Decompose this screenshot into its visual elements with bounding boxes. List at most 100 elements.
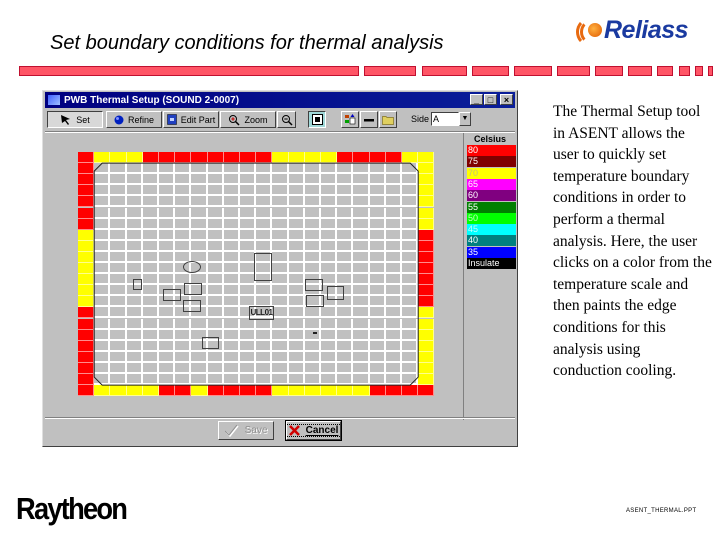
edge-cell[interactable] bbox=[353, 152, 370, 164]
grid-cell[interactable] bbox=[353, 229, 370, 241]
grid-cell[interactable] bbox=[207, 351, 224, 363]
grid-cell[interactable] bbox=[353, 351, 370, 363]
grid-cell[interactable] bbox=[142, 196, 159, 208]
grid-cell[interactable] bbox=[288, 207, 305, 219]
grid-cell[interactable] bbox=[369, 196, 386, 208]
edge-cell[interactable] bbox=[78, 240, 95, 252]
grid-cell[interactable] bbox=[321, 362, 338, 374]
grid-cell[interactable] bbox=[321, 340, 338, 352]
grid-cell[interactable] bbox=[304, 307, 321, 319]
grid-cell[interactable] bbox=[159, 318, 176, 330]
edge-cell[interactable] bbox=[78, 185, 95, 197]
grid-cell[interactable] bbox=[110, 351, 127, 363]
grid-cell[interactable] bbox=[110, 196, 127, 208]
grid-cell[interactable] bbox=[385, 251, 402, 263]
grid-cell[interactable] bbox=[159, 374, 176, 386]
edge-cell[interactable] bbox=[207, 385, 224, 397]
grid-cell[interactable] bbox=[240, 340, 257, 352]
grid-cell[interactable] bbox=[369, 263, 386, 275]
grid-cell[interactable] bbox=[321, 163, 338, 175]
grid-cell[interactable] bbox=[272, 285, 289, 297]
component-ellipse[interactable] bbox=[183, 261, 201, 273]
grid-cell[interactable] bbox=[272, 185, 289, 197]
grid-cell[interactable] bbox=[223, 318, 240, 330]
grid-cell[interactable] bbox=[385, 263, 402, 275]
grid-cell[interactable] bbox=[321, 196, 338, 208]
grid-cell[interactable] bbox=[337, 251, 354, 263]
grid-cell[interactable] bbox=[126, 163, 143, 175]
grid-cell[interactable] bbox=[142, 318, 159, 330]
grid-cell[interactable] bbox=[288, 374, 305, 386]
edge-cell[interactable] bbox=[418, 196, 435, 208]
grid-cell[interactable] bbox=[175, 351, 192, 363]
edge-cell[interactable] bbox=[126, 152, 143, 164]
grid-cell[interactable] bbox=[288, 229, 305, 241]
component-part[interactable] bbox=[254, 253, 272, 281]
grid-cell[interactable] bbox=[337, 185, 354, 197]
grid-cell[interactable] bbox=[402, 163, 419, 175]
grid-cell[interactable] bbox=[175, 229, 192, 241]
grid-cell[interactable] bbox=[353, 163, 370, 175]
edge-cell[interactable] bbox=[78, 318, 95, 330]
grid-cell[interactable] bbox=[175, 340, 192, 352]
grid-cell[interactable] bbox=[385, 351, 402, 363]
grid-cell[interactable] bbox=[385, 185, 402, 197]
grid-cell[interactable] bbox=[207, 362, 224, 374]
grid-cell[interactable] bbox=[110, 340, 127, 352]
grid-cell[interactable] bbox=[402, 218, 419, 230]
grid-cell[interactable] bbox=[256, 196, 273, 208]
grid-cell[interactable] bbox=[94, 263, 111, 275]
grid-cell[interactable] bbox=[402, 362, 419, 374]
grid-cell[interactable] bbox=[110, 274, 127, 286]
grid-cell[interactable] bbox=[369, 185, 386, 197]
edge-cell[interactable] bbox=[256, 385, 273, 397]
grid-cell[interactable] bbox=[353, 318, 370, 330]
grid-cell[interactable] bbox=[223, 263, 240, 275]
grid-cell[interactable] bbox=[223, 218, 240, 230]
grid-cell[interactable] bbox=[402, 318, 419, 330]
grid-cell[interactable] bbox=[353, 362, 370, 374]
grid-cell[interactable] bbox=[369, 318, 386, 330]
grid-cell[interactable] bbox=[110, 218, 127, 230]
grid-cell[interactable] bbox=[353, 185, 370, 197]
edge-cell[interactable] bbox=[321, 152, 338, 164]
edge-cell[interactable] bbox=[78, 196, 95, 208]
grid-cell[interactable] bbox=[126, 263, 143, 275]
zoom-out-button[interactable] bbox=[277, 111, 296, 128]
grid-cell[interactable] bbox=[126, 251, 143, 263]
grid-cell[interactable] bbox=[288, 329, 305, 341]
grid-cell[interactable] bbox=[321, 351, 338, 363]
grid-cell[interactable] bbox=[191, 196, 208, 208]
grid-cell[interactable] bbox=[240, 229, 257, 241]
component-part[interactable] bbox=[163, 289, 181, 301]
edge-cell[interactable] bbox=[142, 152, 159, 164]
grid-cell[interactable] bbox=[223, 340, 240, 352]
grid-cell[interactable] bbox=[159, 163, 176, 175]
grid-cell[interactable] bbox=[385, 285, 402, 297]
edge-cell[interactable] bbox=[418, 296, 435, 308]
edge-cell[interactable] bbox=[78, 374, 95, 386]
grid-cell[interactable] bbox=[159, 351, 176, 363]
grid-cell[interactable] bbox=[288, 296, 305, 308]
side-select[interactable]: A bbox=[431, 112, 459, 126]
grid-cell[interactable] bbox=[126, 351, 143, 363]
grid-cell[interactable] bbox=[337, 229, 354, 241]
component-part[interactable] bbox=[133, 279, 142, 290]
grid-cell[interactable] bbox=[272, 229, 289, 241]
grid-cell[interactable] bbox=[272, 218, 289, 230]
grid-cell[interactable] bbox=[369, 329, 386, 341]
grid-cell[interactable] bbox=[256, 185, 273, 197]
edge-cell[interactable] bbox=[418, 274, 435, 286]
edge-cell[interactable] bbox=[191, 152, 208, 164]
edge-cell[interactable] bbox=[418, 362, 435, 374]
grid-cell[interactable] bbox=[385, 318, 402, 330]
grid-cell[interactable] bbox=[385, 207, 402, 219]
grid-cell[interactable] bbox=[126, 196, 143, 208]
grid-cell[interactable] bbox=[142, 229, 159, 241]
grid-cell[interactable] bbox=[402, 207, 419, 219]
edge-cell[interactable] bbox=[78, 285, 95, 297]
grid-cell[interactable] bbox=[256, 163, 273, 175]
legend-swatch[interactable]: 75 bbox=[467, 156, 516, 168]
grid-cell[interactable] bbox=[304, 240, 321, 252]
grid-cell[interactable] bbox=[385, 329, 402, 341]
